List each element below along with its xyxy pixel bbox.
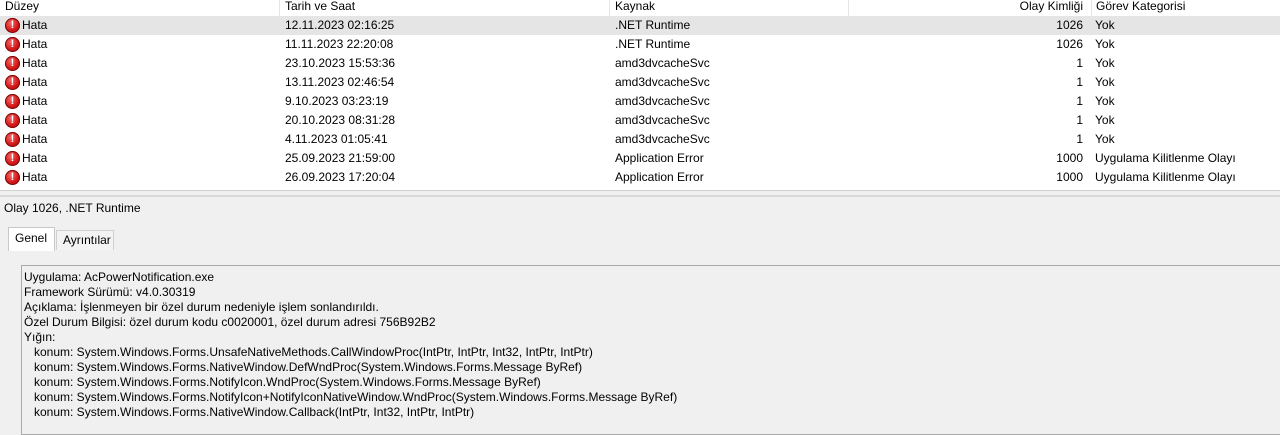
table-row[interactable]: ! Hata 23.10.2023 15:53:36 amd3dvcacheSvc 1 Y… — [0, 54, 1280, 73]
cell-source: amd3dvcacheSvc — [615, 132, 710, 146]
column-header-source[interactable]: Kaynak — [610, 0, 849, 16]
level-label: Hata — [22, 170, 48, 184]
cell-source: Application Error — [615, 151, 704, 165]
cell-event-id: 1026 — [1056, 37, 1083, 51]
description-line: Uygulama: AcPowerNotification.exe — [24, 270, 215, 284]
level-label: Hata — [22, 151, 48, 165]
event-list[interactable]: Düzey Tarih ve Saat Kaynak Olay Kimliği … — [0, 0, 1280, 190]
cell-source: amd3dvcacheSvc — [615, 113, 710, 127]
column-header-row: Düzey Tarih ve Saat Kaynak Olay Kimliği … — [0, 0, 1280, 16]
cell-date: 9.10.2023 03:23:19 — [285, 94, 389, 108]
pane-splitter[interactable] — [0, 195, 1280, 197]
cell-level: ! Hata — [3, 35, 273, 54]
event-description-box[interactable]: Uygulama: AcPowerNotification.exe Framewo… — [21, 265, 1280, 435]
cell-task: Yok — [1095, 75, 1115, 89]
cell-event-id: 1026 — [1056, 18, 1083, 32]
table-row[interactable]: ! Hata 26.09.2023 17:20:04 Application Erro… — [0, 168, 1280, 187]
cell-task: Yok — [1095, 56, 1115, 70]
level-label: Hata — [22, 113, 48, 127]
cell-source: Application Error — [615, 170, 704, 184]
cell-task: Yok — [1095, 113, 1115, 127]
description-line: konum: System.Windows.Forms.UnsafeNative… — [34, 345, 593, 359]
cell-level: ! Hata — [3, 16, 273, 35]
cell-event-id: 1 — [1076, 56, 1083, 70]
error-icon: ! — [5, 94, 20, 109]
cell-date: 25.09.2023 21:59:00 — [285, 151, 396, 165]
description-line: Yığın: — [24, 330, 56, 344]
cell-source: .NET Runtime — [615, 18, 691, 32]
cell-date: 12.11.2023 02:16:25 — [285, 18, 395, 32]
cell-date: 4.11.2023 01:05:41 — [285, 132, 388, 146]
cell-event-id: 1000 — [1056, 170, 1083, 184]
table-row[interactable]: ! Hata 13.11.2023 02:46:54 amd3dvcacheSvc 1 Y… — [0, 73, 1280, 92]
cell-source: amd3dvcacheSvc — [615, 56, 710, 70]
level-label: Hata — [22, 56, 48, 70]
cell-date: 26.09.2023 17:20:04 — [285, 170, 396, 184]
error-icon: ! — [5, 56, 20, 71]
cell-level: ! Hata — [3, 73, 273, 92]
column-header-task[interactable]: Görev Kategorisi — [1092, 0, 1280, 16]
cell-task: Uygulama Kilitlenme Olayı — [1095, 170, 1236, 184]
cell-event-id: 1 — [1076, 113, 1083, 127]
description-line: konum: System.Windows.Forms.NotifyIcon+N… — [34, 390, 678, 404]
column-header-date[interactable]: Tarih ve Saat — [280, 0, 610, 16]
cell-level: ! Hata — [3, 92, 273, 111]
error-icon: ! — [5, 151, 20, 166]
column-header-event-id[interactable]: Olay Kimliği — [849, 0, 1092, 16]
level-label: Hata — [22, 37, 48, 51]
table-row[interactable]: ! Hata 11.11.2023 22:20:08 .NET Runtime 1026… — [0, 35, 1280, 54]
cell-task: Yok — [1095, 94, 1115, 108]
tab-details[interactable]: Ayrıntılar — [56, 230, 114, 250]
cell-level: ! Hata — [3, 149, 273, 168]
cell-source: amd3dvcacheSvc — [615, 94, 710, 108]
cell-task: Yok — [1095, 37, 1115, 51]
cell-source: amd3dvcacheSvc — [615, 75, 710, 89]
cell-task: Yok — [1095, 132, 1115, 146]
cell-event-id: 1 — [1076, 75, 1083, 89]
error-icon: ! — [5, 18, 20, 33]
level-label: Hata — [22, 94, 48, 108]
cell-date: 13.11.2023 02:46:54 — [285, 75, 395, 89]
level-label: Hata — [22, 18, 48, 32]
cell-date: 11.11.2023 22:20:08 — [285, 37, 394, 51]
detail-tabs: Genel Ayrıntılar — [0, 227, 1280, 251]
error-icon: ! — [5, 170, 20, 185]
list-divider — [0, 190, 1280, 191]
cell-level: ! Hata — [3, 54, 273, 73]
cell-task: Uygulama Kilitlenme Olayı — [1095, 151, 1236, 165]
description-line: Framework Sürümü: v4.0.30319 — [24, 285, 196, 299]
cell-level: ! Hata — [3, 168, 273, 187]
column-header-level[interactable]: Düzey — [0, 0, 280, 16]
error-icon: ! — [5, 37, 20, 52]
detail-title: Olay 1026, .NET Runtime — [4, 201, 141, 215]
cell-event-id: 1 — [1076, 94, 1083, 108]
table-row[interactable]: ! Hata 4.11.2023 01:05:41 amd3dvcacheSvc 1 Yo… — [0, 130, 1280, 149]
description-line: konum: System.Windows.Forms.NativeWindow… — [34, 360, 583, 374]
event-rows: ! Hata 12.11.2023 02:16:25 .NET Runtime 1026… — [0, 16, 1280, 187]
description-line: konum: System.Windows.Forms.NativeWindow… — [34, 405, 475, 419]
level-label: Hata — [22, 75, 48, 89]
table-row[interactable]: ! Hata 9.10.2023 03:23:19 amd3dvcacheSvc 1 Yo… — [0, 92, 1280, 111]
error-icon: ! — [5, 75, 20, 90]
cell-date: 20.10.2023 08:31:28 — [285, 113, 396, 127]
cell-task: Yok — [1095, 18, 1115, 32]
tab-general[interactable]: Genel — [8, 227, 55, 251]
level-label: Hata — [22, 132, 48, 146]
cell-source: .NET Runtime — [615, 37, 691, 51]
cell-level: ! Hata — [3, 111, 273, 130]
error-icon: ! — [5, 113, 20, 128]
table-row[interactable]: ! Hata 25.09.2023 21:59:00 Application Erro… — [0, 149, 1280, 168]
description-line: Açıklama: İşlenmeyen bir özel durum nede… — [24, 300, 379, 314]
cell-event-id: 1000 — [1056, 151, 1083, 165]
cell-event-id: 1 — [1076, 132, 1083, 146]
table-row[interactable]: ! Hata 12.11.2023 02:16:25 .NET Runtime 1026… — [0, 16, 1280, 35]
error-icon: ! — [5, 132, 20, 147]
cell-date: 23.10.2023 15:53:36 — [285, 56, 396, 70]
description-line: konum: System.Windows.Forms.NotifyIcon.W… — [34, 375, 541, 389]
cell-level: ! Hata — [3, 130, 273, 149]
description-line: Özel Durum Bilgisi: özel durum kodu c002… — [24, 315, 436, 329]
table-row[interactable]: ! Hata 20.10.2023 08:31:28 amd3dvcacheSvc 1 Y… — [0, 111, 1280, 130]
